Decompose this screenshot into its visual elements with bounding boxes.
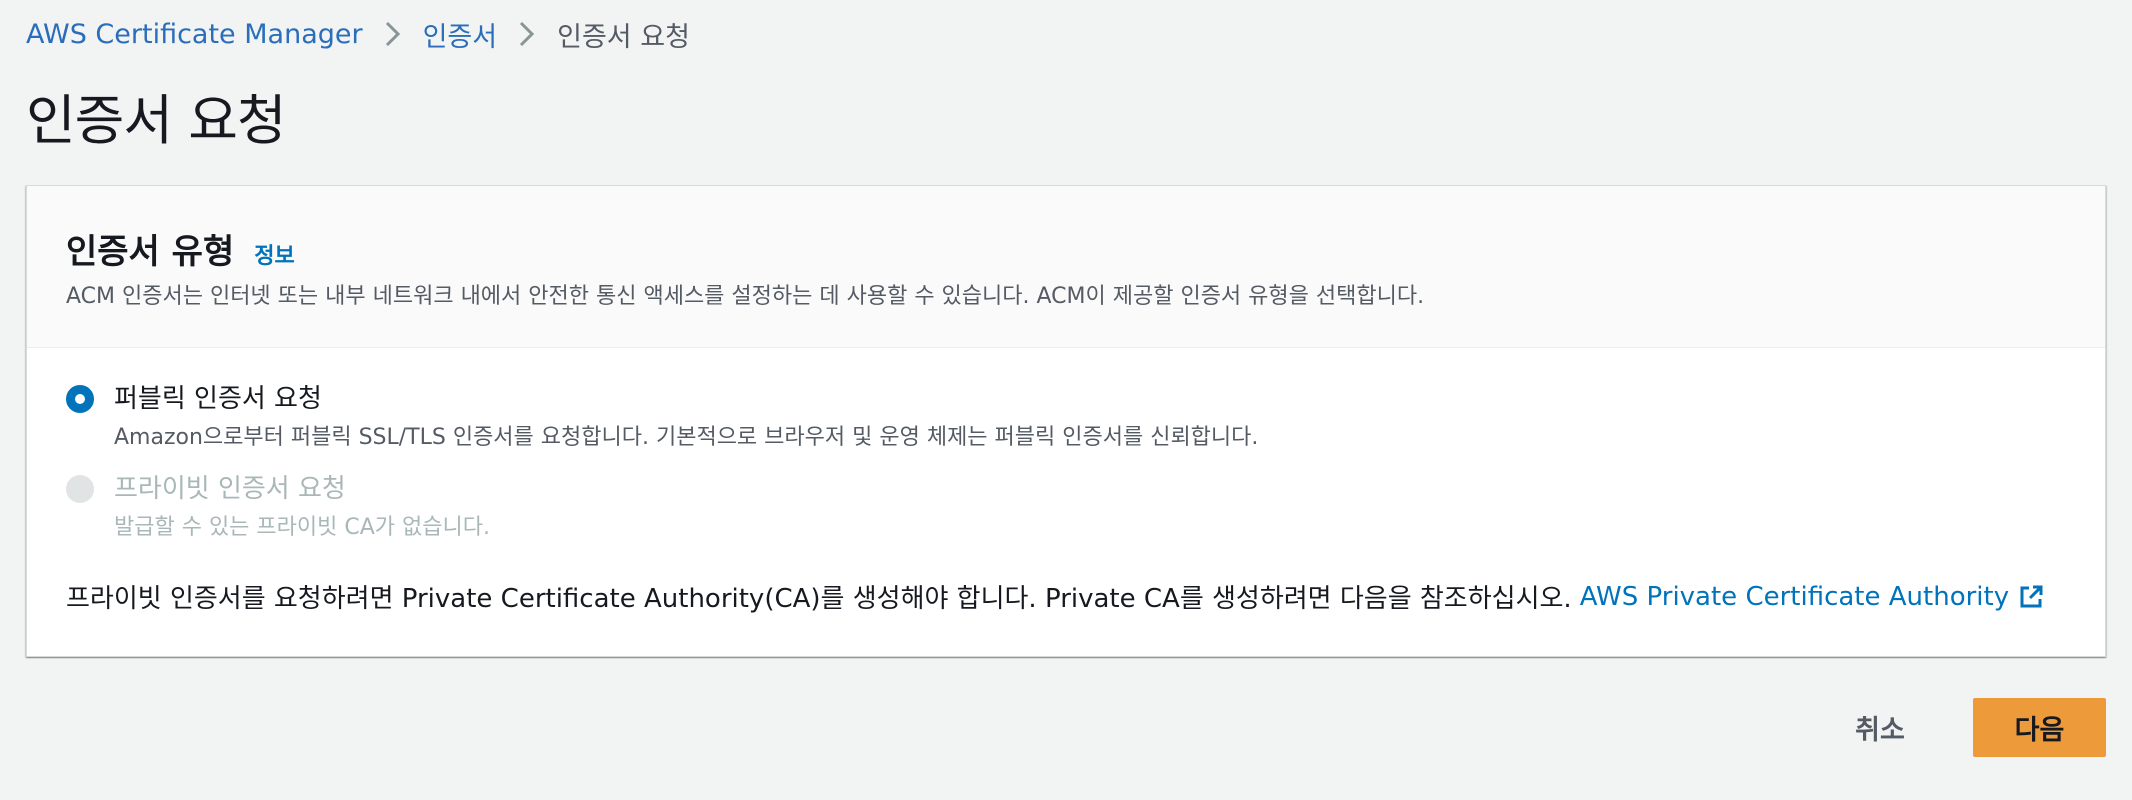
cancel-button[interactable]: 취소	[1830, 697, 1930, 757]
breadcrumb-item-current: 인증서 요청	[557, 21, 690, 53]
panel-title-row: 인증서 유형 정보	[66, 224, 295, 273]
breadcrumb: AWS Certificate Manager 인증서 인증서 요청	[26, 14, 690, 54]
page-title: 인증서 요청	[26, 89, 287, 152]
breadcrumb-item-certificates[interactable]: 인증서	[423, 15, 498, 54]
radio-private	[66, 475, 94, 503]
radio-public-label[interactable]: 퍼블릭 인증서 요청	[114, 381, 1258, 417]
chevron-right-icon	[497, 14, 557, 54]
chevron-right-icon	[363, 14, 423, 54]
certificate-type-panel: 인증서 유형 정보 ACM 인증서는 인터넷 또는 내부 네트워크 내에서 안전…	[26, 185, 2106, 657]
breadcrumb-item-acm[interactable]: AWS Certificate Manager	[26, 19, 363, 50]
next-button[interactable]: 다음	[1973, 698, 2106, 757]
panel-description: ACM 인증서는 인터넷 또는 내부 네트워크 내에서 안전한 통신 액세스를 …	[66, 284, 1425, 309]
info-link[interactable]: 정보	[254, 238, 294, 270]
panel-title: 인증서 유형	[66, 232, 235, 272]
radio-option-private: 프라이빗 인증서 요청 발급할 수 있는 프라이빗 CA가 없습니다.	[66, 471, 490, 541]
private-ca-link[interactable]: AWS Private Certificate Authority	[1580, 582, 2009, 612]
private-ca-note: 프라이빗 인증서를 요청하려면 Private Certificate Auth…	[66, 578, 2045, 615]
radio-public-text: 퍼블릭 인증서 요청 Amazon으로부터 퍼블릭 SSL/TLS 인증서를 요…	[114, 381, 1258, 451]
external-link-icon[interactable]	[2017, 583, 2045, 611]
page: AWS Certificate Manager 인증서 인증서 요청 인증서 요…	[0, 0, 2132, 800]
private-ca-note-text: 프라이빗 인증서를 요청하려면 Private Certificate Auth…	[66, 584, 1572, 614]
radio-public[interactable]	[66, 385, 94, 413]
panel-header: 인증서 유형 정보 ACM 인증서는 인터넷 또는 내부 네트워크 내에서 안전…	[27, 186, 2105, 348]
radio-private-label: 프라이빗 인증서 요청	[114, 474, 346, 504]
radio-option-public[interactable]: 퍼블릭 인증서 요청 Amazon으로부터 퍼블릭 SSL/TLS 인증서를 요…	[66, 381, 1258, 451]
radio-public-description: Amazon으로부터 퍼블릭 SSL/TLS 인증서를 요청합니다. 기본적으로…	[114, 425, 1259, 450]
radio-private-text: 프라이빗 인증서 요청 발급할 수 있는 프라이빗 CA가 없습니다.	[114, 471, 490, 541]
radio-private-description: 발급할 수 있는 프라이빗 CA가 없습니다.	[114, 515, 490, 540]
